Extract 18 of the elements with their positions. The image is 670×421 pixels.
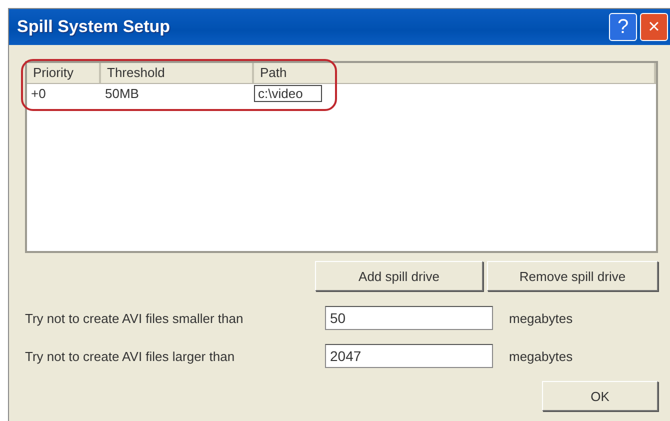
help-button[interactable]: ? bbox=[609, 13, 637, 41]
ok-button[interactable]: OK bbox=[542, 381, 658, 411]
unit-label: megabytes bbox=[509, 310, 573, 326]
window-title: Spill System Setup bbox=[17, 17, 172, 37]
path-edit-field[interactable]: c:\video bbox=[254, 84, 322, 102]
column-header[interactable]: Threshold bbox=[101, 63, 254, 83]
field-label: Try not to create AVI files smaller than bbox=[25, 310, 244, 326]
field-label: Try not to create AVI files larger than bbox=[25, 348, 236, 364]
input-field[interactable]: 2047 bbox=[325, 344, 493, 368]
column-header[interactable]: Priority bbox=[27, 63, 101, 83]
unit-label: megabytes bbox=[509, 348, 573, 364]
table-cell-text: +0 bbox=[30, 86, 47, 100]
remove-button[interactable]: Remove spill drive bbox=[487, 261, 658, 291]
add-button[interactable]: Add spill drive bbox=[315, 261, 483, 291]
table-cell-text: 50MB bbox=[104, 86, 140, 100]
column-header[interactable]: Path bbox=[254, 63, 656, 83]
close-button[interactable]: × bbox=[640, 13, 668, 41]
input-field[interactable]: 50 bbox=[325, 306, 493, 330]
